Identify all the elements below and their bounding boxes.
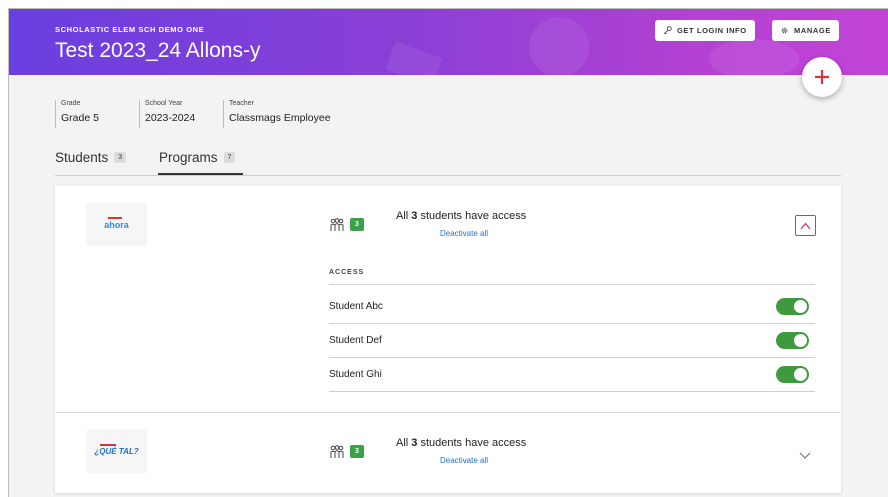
chevron-up-icon (800, 222, 811, 229)
row-divider (329, 357, 815, 358)
program-card-que-tal: ¿QUÉ TAL? 3 All 3 students have access D… (55, 413, 841, 493)
access-toggle[interactable] (776, 366, 809, 383)
tab-students-count: 3 (114, 152, 127, 163)
key-icon (663, 26, 672, 35)
program-logo-ahora: ahora (86, 203, 147, 246)
toggle-knob (794, 300, 807, 313)
program-logo-text: ahora (104, 216, 129, 230)
tabs-divider (55, 175, 841, 176)
student-count-badge: 3 (350, 445, 364, 458)
program-logo-text: ¿QUÉ TAL? (94, 444, 139, 456)
access-toggle[interactable] (776, 298, 809, 315)
people-icon (330, 445, 344, 458)
grade-value: Grade 5 (61, 112, 99, 124)
grade-info: Grade Grade 5 (55, 100, 99, 128)
access-prefix: All (396, 210, 412, 222)
student-name: Student Def (329, 335, 382, 346)
access-prefix: All (396, 437, 412, 449)
tab-students-label: Students (55, 150, 109, 165)
header-decoration (529, 17, 589, 75)
access-suffix: students have access (417, 210, 527, 222)
school-year-value: 2023-2024 (145, 112, 196, 124)
manage-button[interactable]: MANAGE (772, 20, 839, 41)
student-name: Student Abc (329, 301, 383, 312)
deactivate-all-link[interactable]: Deactivate all (440, 229, 488, 238)
get-login-info-button[interactable]: GET LOGIN INFO (655, 20, 755, 41)
gear-icon (781, 27, 788, 34)
toggle-knob (794, 368, 807, 381)
row-divider (329, 391, 815, 392)
add-button[interactable] (802, 57, 842, 97)
people-icon (330, 218, 344, 231)
grade-label: Grade (61, 100, 81, 107)
tab-programs[interactable]: Programs 7 (159, 150, 236, 165)
access-toggle[interactable] (776, 332, 809, 349)
access-header: ACCESS (329, 269, 365, 276)
chevron-down-icon[interactable] (798, 450, 812, 460)
program-card-ahora: ahora 3 All 3 students have access Deact… (55, 186, 841, 412)
teacher-label: Teacher (229, 100, 254, 107)
plus-icon (815, 70, 829, 84)
tab-programs-label: Programs (159, 150, 218, 165)
student-name: Student Ghi (329, 369, 382, 380)
manage-label: MANAGE (794, 26, 831, 35)
access-status: All 3 students have access (396, 210, 526, 222)
row-divider (329, 323, 815, 324)
access-divider (329, 284, 815, 285)
access-status: All 3 students have access (396, 437, 526, 449)
access-suffix: students have access (417, 437, 527, 449)
tab-students[interactable]: Students 3 (55, 150, 127, 165)
teacher-value: Classmags Employee (229, 112, 331, 124)
app-frame: SCHOLASTIC ELEM SCH DEMO ONE Test 2023_2… (8, 8, 888, 497)
deactivate-all-link[interactable]: Deactivate all (440, 456, 488, 465)
collapse-button[interactable] (795, 215, 816, 236)
school-year-info: School Year 2023-2024 (139, 100, 195, 128)
teacher-info: Teacher Classmags Employee (223, 100, 331, 128)
page-title: Test 2023_24 Allons-y (55, 39, 261, 62)
student-count-badge: 3 (350, 218, 364, 231)
get-login-info-label: GET LOGIN INFO (677, 26, 747, 35)
tab-programs-count: 7 (223, 152, 236, 163)
school-name: SCHOLASTIC ELEM SCH DEMO ONE (55, 25, 205, 34)
program-logo-que-tal: ¿QUÉ TAL? (86, 430, 147, 473)
header-decoration (709, 39, 799, 75)
school-year-label: School Year (145, 100, 183, 107)
active-tab-indicator (158, 173, 243, 175)
class-header: SCHOLASTIC ELEM SCH DEMO ONE Test 2023_2… (9, 9, 888, 75)
toggle-knob (794, 334, 807, 347)
header-decoration (385, 41, 443, 75)
